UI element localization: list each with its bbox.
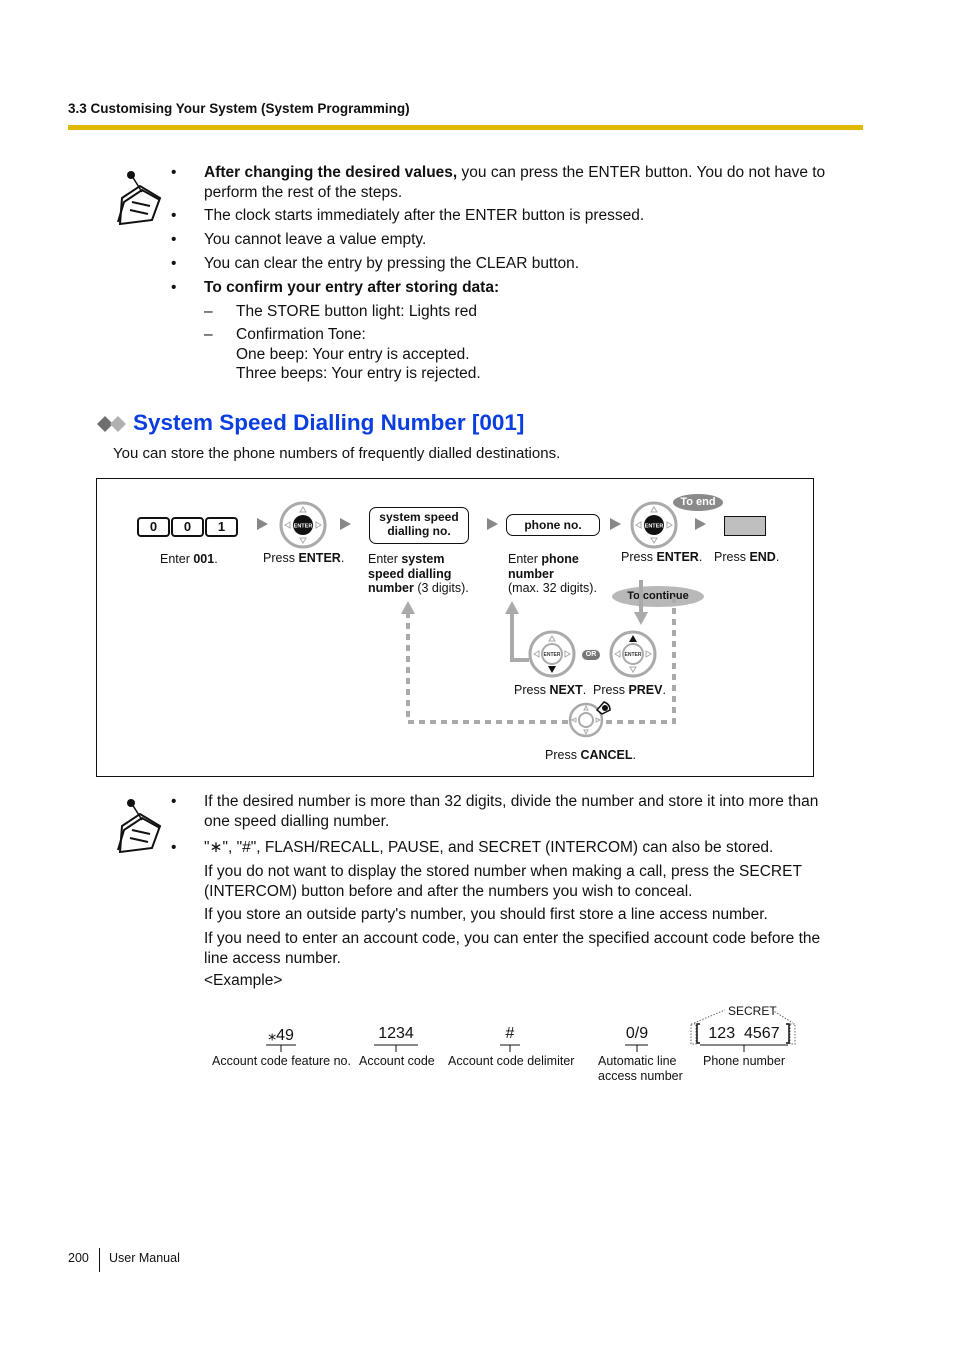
or-badge: OR (582, 650, 600, 660)
enter-button-icon: ENTER (279, 501, 327, 549)
key-0: 0 (137, 517, 170, 537)
section-intro: You can store the phone numbers of frequ… (113, 445, 561, 462)
end-button (724, 516, 766, 536)
page-number: 200 (68, 1251, 89, 1265)
footer-title: User Manual (109, 1251, 180, 1265)
step-press-prev: Press PREV. (593, 683, 666, 697)
diamond-bullet-icon (97, 416, 126, 432)
to-end-badge: To end (673, 494, 723, 511)
key-1: 1 (205, 517, 238, 537)
arrow-right-icon (340, 518, 351, 530)
step-press-end: Press END. (714, 550, 780, 564)
note-pin-icon (117, 171, 162, 226)
label-line-access: Automatic line access number (598, 1054, 683, 1083)
example-brackets (266, 1009, 796, 1052)
label-feature-no: Account code feature no. (212, 1054, 351, 1068)
arrow-right-icon (610, 518, 621, 530)
step-press-enter: Press ENTER. (263, 551, 345, 565)
section-header: 3.3 Customising Your System (System Prog… (68, 101, 410, 116)
svg-text:ENTER: ENTER (544, 652, 561, 658)
header-rule (68, 125, 863, 130)
svg-text:ENTER: ENTER (294, 524, 313, 530)
footer-divider (99, 1248, 100, 1272)
label-delimiter: Account code delimiter (448, 1054, 575, 1068)
step-press-enter-2: Press ENTER. (621, 550, 703, 564)
arrow-right-icon (487, 518, 498, 530)
svg-text:ENTER: ENTER (645, 524, 664, 530)
step-press-next: Press NEXT. (514, 683, 587, 697)
arrow-right-icon (257, 518, 268, 530)
svg-text:ENTER: ENTER (625, 652, 642, 658)
step-press-cancel: Press CANCEL. (545, 748, 637, 762)
enter-button-icon: ENTER (630, 501, 678, 549)
speed-dial-no-box: system speed dialling no. (369, 507, 469, 544)
next-button-icon: ENTER (528, 630, 576, 678)
cancel-button-icon (568, 701, 611, 738)
note-pin-icon (117, 799, 162, 854)
label-account-code: Account code (359, 1054, 435, 1068)
step-enter-001: Enter 001. (160, 552, 218, 566)
arrow-right-icon (695, 518, 706, 530)
label-phone-number: Phone number (703, 1054, 786, 1068)
phone-no-box: phone no. (506, 514, 600, 536)
prev-button-icon: ENTER (609, 630, 657, 678)
section-title: System Speed Dialling Number [001] (133, 410, 525, 435)
key-0: 0 (171, 517, 204, 537)
